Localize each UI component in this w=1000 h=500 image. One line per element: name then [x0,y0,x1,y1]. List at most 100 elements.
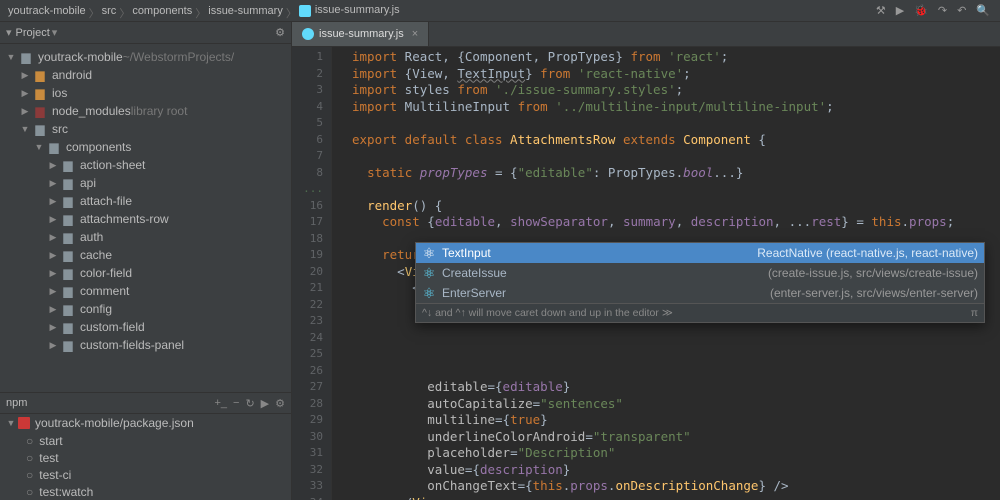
breadcrumb-item[interactable]: issue-summary.js [291,4,408,16]
undo-icon[interactable]: ↶ [957,4,966,17]
code-line[interactable]: import styles from './issue-summary.styl… [352,82,1000,99]
tree-item-label: cache [80,248,112,262]
code-line[interactable]: const {editable, showSeparator, summary,… [352,214,1000,231]
tree-item-attach-file[interactable]: ▶▆attach-file [0,192,291,210]
bullet-icon: ○ [26,451,33,465]
folder-icon: ▆ [60,212,76,226]
code-line[interactable]: editable={editable} [352,379,1000,396]
project-panel-header[interactable]: ▾ Project ▾ ⚙ [0,22,291,44]
code-line[interactable]: onChangeText={this.props.onDescriptionCh… [352,478,1000,495]
code-line[interactable]: static propTypes = {"editable": PropType… [352,165,1000,182]
project-tree[interactable]: ▼▆youtrack-mobile ~/WebstormProjects/▶▆a… [0,44,291,392]
search-icon[interactable]: 🔍 [976,4,990,17]
tab-issue-summary[interactable]: issue-summary.js × [292,22,429,46]
tree-item-auth[interactable]: ▶▆auth [0,228,291,246]
breadcrumb-item[interactable]: components [124,5,200,17]
folder-icon: ▆ [32,122,48,136]
npm-script-test:watch[interactable]: ○test:watch [26,483,291,500]
tree-item-cache[interactable]: ▶▆cache [0,246,291,264]
tree-item-attachments-row[interactable]: ▶▆ attachments-row [0,210,291,228]
npm-script-label: start [39,434,62,448]
bullet-icon: ○ [26,468,33,482]
tree-item-label: action-sheet [80,158,145,172]
close-icon[interactable]: × [412,28,418,40]
line-number: 18 [292,231,323,248]
autocomplete-item-CreateIssue[interactable]: ⚛CreateIssue(create-issue.js, src/views/… [416,263,984,283]
tab-label: issue-summary.js [319,28,404,40]
code-line[interactable]: import MultilineInput from '../multiline… [352,99,1000,116]
line-number: 22 [292,297,323,314]
code-line[interactable]: </View> [352,495,1000,500]
chevron-icon: ▶ [46,214,60,225]
chevron-down-icon[interactable]: ▾ [52,26,58,39]
run-icon[interactable]: ▶ [896,4,904,17]
tree-item-config[interactable]: ▶▆config [0,300,291,318]
code-line[interactable]: render() { [352,198,1000,215]
chevron-icon: ▶ [46,232,60,243]
breadcrumb-item[interactable]: src [94,5,125,17]
tree-item-components[interactable]: ▼▆components [0,138,291,156]
npm-script-start[interactable]: ○start [26,432,291,449]
autocomplete-item-info: ReactNative (react-native.js, react-nati… [757,246,978,260]
autocomplete-item-TextInput[interactable]: ⚛TextInputReactNative (react-native.js, … [416,243,984,263]
folder-icon: ▆ [46,140,62,154]
gear-icon[interactable]: ⚙ [275,397,285,410]
tree-item-api[interactable]: ▶▆api [0,174,291,192]
tree-item-custom-fields-panel[interactable]: ▶▆custom-fields-panel [0,336,291,354]
autocomplete-item-name: EnterServer [442,286,506,300]
code-line[interactable]: underlineColorAndroid="transparent" [352,429,1000,446]
autocomplete-popup[interactable]: ⚛TextInputReactNative (react-native.js, … [415,242,985,323]
rerun-icon[interactable]: ↷ [938,4,947,17]
tree-item-comment[interactable]: ▶▆comment [0,282,291,300]
breadcrumb-item[interactable]: issue-summary [200,5,291,17]
code-line[interactable]: multiline={true} [352,412,1000,429]
npm-script-test-ci[interactable]: ○test-ci [26,466,291,483]
npm-script-test[interactable]: ○ test [26,449,291,466]
line-number: 26 [292,363,323,380]
code-line[interactable]: import {View, TextInput} from 'react-nat… [352,66,1000,83]
tree-item-youtrack-mobile[interactable]: ▼▆youtrack-mobile ~/WebstormProjects/ [0,48,291,66]
refresh-icon[interactable]: ↻ [245,397,254,410]
minus-icon[interactable]: − [233,397,239,410]
breadcrumb-item[interactable]: youtrack-mobile [0,5,94,17]
npm-panel-header[interactable]: npm +_ − ↻ ▶ ⚙ [0,392,291,414]
tree-item-custom-field[interactable]: ▶▆custom-field [0,318,291,336]
npm-scripts-list: ○start○test○test-ci○test:watch [0,432,291,500]
code-line[interactable]: export default class AttachmentsRow exte… [352,132,1000,149]
tree-item-android[interactable]: ▶▆android [0,66,291,84]
folder-icon: ▆ [60,284,76,298]
run-icon[interactable]: ▶ [261,397,269,410]
tree-item-label: attachments-row [80,212,169,226]
chevron-icon: ▶ [46,322,60,333]
tree-item-ios[interactable]: ▶▆ios [0,84,291,102]
code-line[interactable]: import React, {Component, PropTypes} fro… [352,49,1000,66]
tree-item-action-sheet[interactable]: ▶▆action-sheet [0,156,291,174]
autocomplete-item-EnterServer[interactable]: ⚛EnterServer(enter-server.js, src/views/… [416,283,984,303]
code-line[interactable] [352,148,1000,165]
code-line[interactable]: placeholder="Description" [352,445,1000,462]
tree-item-label: components [66,140,131,154]
folder-icon: ▆ [60,320,76,334]
npm-script-label: test:watch [39,485,93,499]
chevron-icon: ▶ [18,88,32,99]
tree-item-node_modules[interactable]: ▶▆node_modules library root [0,102,291,120]
line-number: 2 [292,66,323,83]
add-icon[interactable]: +_ [214,397,227,410]
code-line[interactable] [352,363,1000,380]
code-line[interactable]: value={description} [352,462,1000,479]
tree-item-src[interactable]: ▼▆src [0,120,291,138]
npm-script-label: test [39,451,58,465]
code-line[interactable] [352,115,1000,132]
code-line[interactable] [352,330,1000,347]
line-number: 29 [292,412,323,429]
code-line[interactable] [352,181,1000,198]
build-icon[interactable]: ⚒ [876,4,886,17]
code-line[interactable] [352,346,1000,363]
code-line[interactable]: autoCapitalize="sentences" [352,396,1000,413]
code-area[interactable]: 12345678...16171819202122232425262728293… [292,47,1000,500]
npm-package[interactable]: ▼ youtrack-mobile/package.json [0,414,291,432]
line-number: 19 [292,247,323,264]
debug-icon[interactable]: 🐞 [914,4,928,17]
tree-item-color-field[interactable]: ▶▆color-field [0,264,291,282]
gear-icon[interactable]: ⚙ [275,26,285,39]
